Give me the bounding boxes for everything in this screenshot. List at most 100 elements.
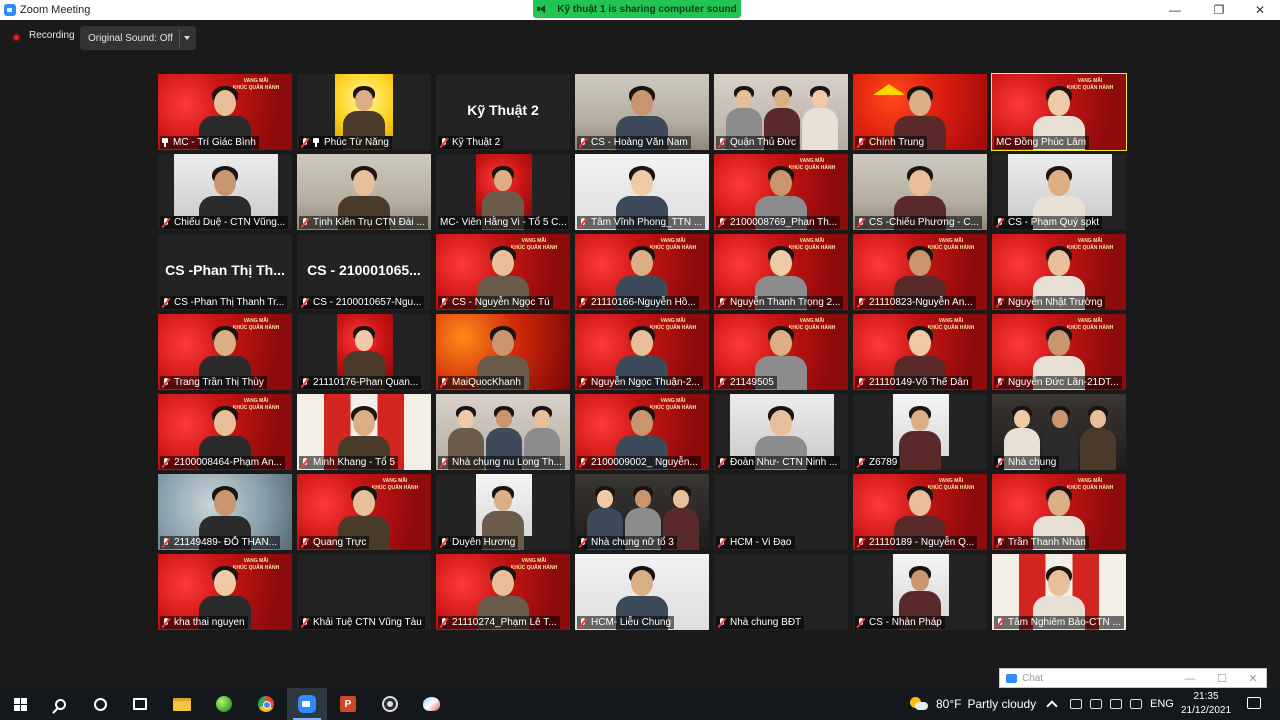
participant-video-tile[interactable]: MC- Viên Hằng Vi - Tổ 5 C... (436, 154, 570, 230)
tray-network[interactable] (1070, 688, 1082, 720)
task-view-button[interactable] (120, 688, 160, 720)
zoom-icon (298, 695, 316, 713)
cortana-button[interactable] (80, 688, 120, 720)
participant-video-tile[interactable]: 21149489- ĐỖ THAN... (158, 474, 292, 550)
participant-video-tile[interactable]: CS - 210001065... CS - 2100010657-Ngu... (297, 234, 431, 310)
network-icon (1070, 699, 1082, 709)
weather-widget[interactable]: 80°F Partly cloudy (910, 688, 1036, 720)
notifications-icon[interactable] (1247, 697, 1261, 709)
taskbar-file-explorer[interactable] (162, 688, 202, 720)
search-icon (54, 698, 66, 710)
tray-wifi[interactable] (1110, 688, 1122, 720)
participant-video-tile[interactable]: CS - Nhàn Pháp (853, 554, 987, 630)
participant-name-label: CS - Nguyễn Ngọc Tú (438, 296, 553, 309)
participant-name-label: Duyên Hương (438, 536, 519, 549)
input-language[interactable]: ENG (1150, 688, 1174, 720)
mic-muted-icon (301, 457, 309, 468)
participant-video-tile[interactable]: VANG MÃI KHÚC QUÂN HÀNH 21110274_Phạm Lê … (436, 554, 570, 630)
participant-video-tile[interactable]: VANG MÃI KHÚC QUÂN HÀNH Nguyễn Ngọc Thuận… (575, 314, 709, 390)
participant-video-tile[interactable]: Quận Thủ Đức (714, 74, 848, 150)
participant-name: CS -Phan Thị Thanh Tr... (174, 297, 285, 308)
participant-video-tile[interactable]: Nhà chung nu Long Th... (436, 394, 570, 470)
mic-muted-icon (579, 137, 587, 148)
participant-name-label: Nhà chung nu Long Th... (438, 456, 565, 469)
taskbar-obs[interactable] (370, 688, 410, 720)
participant-video-tile[interactable]: Phúc Từ Năng (297, 74, 431, 150)
participant-video-tile[interactable]: VANG MÃI KHÚC QUÂN HÀNH CS - Nguyễn Ngọc … (436, 234, 570, 310)
participant-video-tile[interactable]: VANG MÃI KHÚC QUÂN HÀNH Nguyễn Nhật Trườn… (992, 234, 1126, 310)
mic-muted-icon (162, 537, 170, 548)
original-sound-button[interactable]: Original Sound: Off (80, 26, 196, 50)
maximize-button[interactable]: ❐ (1201, 0, 1237, 20)
participant-video-tile[interactable]: CS - Phạm Quý spkt (992, 154, 1126, 230)
participant-video-tile[interactable]: Minh Khang - Tổ 5 (297, 394, 431, 470)
chevron-down-icon[interactable] (184, 36, 190, 40)
participant-video-tile[interactable]: VANG MÃI KHÚC QUÂN HÀNH 21149505 (714, 314, 848, 390)
tray-volume[interactable] (1130, 688, 1142, 720)
participant-video-tile[interactable]: Duyên Hương (436, 474, 570, 550)
participant-video-tile[interactable]: Kỹ Thuật 2 Kỹ Thuật 2 (436, 74, 570, 150)
participant-video-tile[interactable]: HCM- Liễu Chung (575, 554, 709, 630)
dropdown-separator (179, 29, 180, 47)
participant-video-tile[interactable]: Tịnh Kiên Trụ CTN Đài ... (297, 154, 431, 230)
taskbar-powerpoint[interactable]: P (328, 688, 368, 720)
search-button[interactable] (40, 688, 80, 720)
participant-video-tile[interactable]: VANG MÃI KHÚC QUÂN HÀNH kha thai nguyen (158, 554, 292, 630)
start-button[interactable] (0, 688, 40, 720)
participant-video-tile[interactable]: VANG MÃI KHÚC QUÂN HÀNH 2100009002_ Nguyễ… (575, 394, 709, 470)
participant-video-tile[interactable]: VANG MÃI KHÚC QUÂN HÀNH Nguyễn Đức Lân-21… (992, 314, 1126, 390)
show-hidden-icons-button[interactable] (1046, 688, 1058, 720)
participant-video-tile[interactable]: Tâm Vĩnh Phong_TTN ... (575, 154, 709, 230)
participant-video-tile[interactable]: Tâm Nghiêm Bảo-CTN ... (992, 554, 1126, 630)
participant-video-tile[interactable]: CS - Hoàng Văn Nam (575, 74, 709, 150)
participant-video-tile[interactable]: Đoàn Như- CTN Ninh ... (714, 394, 848, 470)
mic-muted-icon (301, 297, 309, 308)
minimize-button[interactable]: — (1157, 0, 1193, 20)
participant-video-tile[interactable]: VANG MÃI KHÚC QUÂN HÀNH MC Đồng Phúc Lâm (991, 73, 1127, 151)
participant-video-tile[interactable]: CS -Chiếu Phương - C... (853, 154, 987, 230)
chat-minimize-button[interactable]: — (1180, 671, 1200, 687)
participant-name-label: CS - 2100010657-Ngu... (299, 296, 425, 309)
taskbar-clock[interactable]: 21:35 21/12/2021 (1180, 690, 1232, 718)
participant-video-tile[interactable]: Z6789 (853, 394, 987, 470)
participant-video-tile[interactable]: VANG MÃI KHÚC QUÂN HÀNH 21110149-Võ Thế D… (853, 314, 987, 390)
participant-video-tile[interactable]: VANG MÃI KHÚC QUÂN HÀNH Nguyễn Thanh Trọn… (714, 234, 848, 310)
participant-video-tile[interactable]: Chiếu Duệ - CTN Vũng... (158, 154, 292, 230)
participant-video-tile[interactable]: Nhà chung BĐT (714, 554, 848, 630)
mic-muted-icon (301, 217, 309, 228)
participant-video-tile[interactable]: HCM - Vi Đạo (714, 474, 848, 550)
participant-name-label: HCM- Liễu Chung (577, 616, 675, 629)
participant-video-tile[interactable]: VANG MÃI KHÚC QUÂN HÀNH MC - Trí Giác Bìn… (158, 74, 292, 150)
participant-video-tile[interactable]: VANG MÃI KHÚC QUÂN HÀNH 21110189 - Nguyễn… (853, 474, 987, 550)
mic-muted-icon (162, 217, 170, 228)
participant-video-tile[interactable]: VANG MÃI KHÚC QUÂN HÀNH 21110823-Nguyễn A… (853, 234, 987, 310)
participant-video-tile[interactable]: VANG MÃI KHÚC QUÂN HÀNH Trang Trần Thị Th… (158, 314, 292, 390)
participant-video-tile[interactable]: VANG MÃI KHÚC QUÂN HÀNH 2100008769_Phan T… (714, 154, 848, 230)
banner-text: VANG MÃI KHÚC QUÂN HÀNH (232, 558, 280, 571)
participant-video-tile[interactable]: VANG MÃI KHÚC QUÂN HÀNH 21110166-Nguyễn H… (575, 234, 709, 310)
close-button[interactable]: ✕ (1242, 0, 1278, 20)
chat-close-button[interactable]: ✕ (1243, 671, 1263, 687)
taskbar-zoom[interactable] (287, 688, 327, 720)
participant-video-tile[interactable]: Nhà chung (992, 394, 1126, 470)
participant-name: Quận Thủ Đức (730, 137, 796, 148)
participant-video-tile[interactable]: MaiQuocKhanh (436, 314, 570, 390)
participant-name: Minh Khang - Tổ 5 (313, 457, 396, 468)
participant-video-tile[interactable]: VANG MÃI KHÚC QUÂN HÀNH Quang Trực (297, 474, 431, 550)
chat-maximize-button[interactable]: ☐ (1212, 671, 1232, 687)
participant-name-label: Nguyễn Nhật Trường (994, 296, 1106, 309)
taskbar-chrome[interactable] (246, 688, 286, 720)
participant-video-tile[interactable]: Nhà chung nữ tổ 3 (575, 474, 709, 550)
taskbar-paint[interactable] (411, 688, 451, 720)
participant-video-tile[interactable]: VANG MÃI KHÚC QUÂN HÀNH Trần Thanh Nhàn (992, 474, 1126, 550)
taskbar-app-green[interactable] (204, 688, 244, 720)
participant-video-tile[interactable]: VANG MÃI KHÚC QUÂN HÀNH 2100008464-Phạm A… (158, 394, 292, 470)
chat-window[interactable]: Chat — ☐ ✕ (999, 668, 1267, 688)
participant-video-tile[interactable]: Khải Tuệ CTN Vũng Tàu (297, 554, 431, 630)
participant-video-tile[interactable]: 21110176-Phan Quan... (297, 314, 431, 390)
tray-battery[interactable] (1090, 688, 1102, 720)
mic-muted-icon (162, 297, 170, 308)
participant-video-tile[interactable]: CS -Phan Thị Th... CS -Phan Thị Thanh Tr.… (158, 234, 292, 310)
participant-name: Chiếu Duệ - CTN Vũng... (174, 217, 286, 228)
participant-video-tile[interactable]: Chính Trung (853, 74, 987, 150)
